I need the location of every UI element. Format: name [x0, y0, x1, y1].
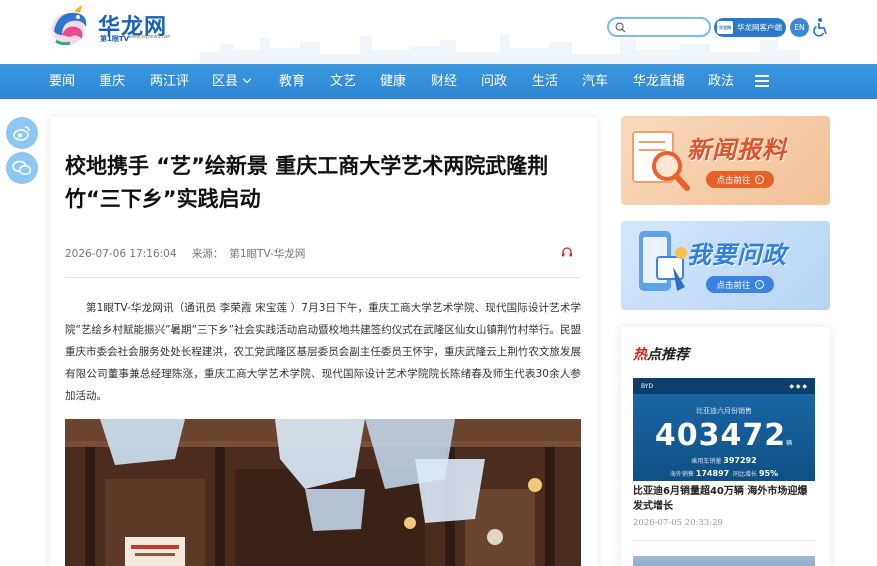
headphones-icon[interactable]: [561, 246, 573, 258]
hot-divider: [633, 540, 815, 541]
nav-item-auto[interactable]: 汽车: [582, 64, 608, 99]
app-client-label: 华龙网客户端: [737, 23, 782, 32]
event-photo-image: [65, 419, 581, 566]
accessibility-icon[interactable]: [812, 17, 830, 37]
english-button[interactable]: EN: [790, 18, 809, 37]
article-meta: 2026-07-06 17:16:04 来源： 第1眼TV-华龙网: [65, 246, 317, 261]
image-stat-row-2: 海外销售 174897 同比增长 95%: [633, 469, 815, 478]
image-stat-row-1: 乘用车销量 397292: [633, 456, 815, 465]
news-tip-title: 新闻报料: [687, 136, 787, 164]
article-photo[interactable]: [65, 419, 581, 566]
stat1-value: 397292: [723, 456, 757, 465]
hot-news-image-2[interactable]: [633, 556, 815, 566]
hot-recommend-panel: 热点推荐 BYD ◆ ◆ ◆ 比亚迪六月份销售 403472辆 乘用车销量 39…: [621, 327, 830, 566]
dragon-logo-icon: [52, 5, 87, 46]
article-date: 2026-07-06 17:16:04: [65, 248, 177, 260]
image-brand: BYD: [641, 382, 654, 390]
hot-recommend-title: 热点推荐: [633, 344, 689, 364]
nav-item-news[interactable]: 要闻: [49, 64, 75, 99]
ask-government-go-button[interactable]: 点击前往 ›: [706, 276, 774, 293]
nav-item-finance[interactable]: 财经: [431, 64, 457, 99]
logo-url: www.cqnews.net: [128, 34, 171, 40]
nav-item-chongqing[interactable]: 重庆: [99, 64, 125, 99]
image-sales-value: 403472: [654, 418, 787, 453]
article-card: 校地携手 “艺”绘新景 重庆工商大学艺术两院武隆荆竹“三下乡”实践启动 2026…: [50, 117, 597, 566]
site-header: 华龙网 第1眼TV www.cqnews.net 华龙网 华龙网客户端 EN: [0, 0, 877, 64]
image-sales-unit: 辆: [786, 440, 794, 447]
news-tip-go-button[interactable]: 点击前往 ›: [706, 171, 774, 188]
nav-item-live[interactable]: 华龙直播: [633, 64, 685, 99]
hot-news-date: 2026-07-05 20:33:29: [633, 518, 723, 528]
app-client-button[interactable]: 华龙网 华龙网客户端: [714, 18, 786, 37]
wechat-share-button[interactable]: [6, 152, 38, 184]
nav-item-education[interactable]: 教育: [279, 64, 305, 99]
chevron-down-icon: [242, 74, 252, 84]
stat2-value: 174897: [695, 469, 730, 478]
news-tip-go-label: 点击前往: [716, 175, 751, 186]
article-source-label: 来源：: [191, 248, 224, 260]
search-input[interactable]: [629, 20, 707, 35]
site-logo[interactable]: 华龙网 第1眼TV www.cqnews.net: [48, 3, 178, 49]
nav-item-law[interactable]: 政法: [708, 64, 734, 99]
image-sales-number: 403472辆: [633, 418, 815, 453]
nav-item-districts[interactable]: 区县: [212, 64, 252, 99]
nav-item-liangjiang[interactable]: 两江评: [150, 64, 189, 99]
article-source[interactable]: 第1眼TV-华龙网: [229, 248, 305, 260]
weibo-icon: [13, 126, 30, 141]
nav-item-life[interactable]: 生活: [532, 64, 558, 99]
city-skyline-decoration: [200, 34, 800, 64]
stat2-pct: 95%: [758, 469, 779, 478]
image-brand-row: BYD ◆ ◆ ◆: [633, 378, 815, 394]
nav-item-districts-label: 区县: [212, 74, 239, 89]
arrow-right-icon: ›: [754, 280, 764, 289]
wechat-icon: [12, 160, 32, 176]
image-brand-icons: ◆ ◆ ◆: [789, 382, 807, 390]
stat1-label: 乘用车销量: [691, 458, 722, 465]
ask-government-banner[interactable]: 我要问政 点击前往 ›: [621, 221, 830, 310]
stat2-label: 海外销售: [669, 471, 694, 478]
arrow-right-icon: ›: [754, 175, 764, 184]
hot-news-headline[interactable]: 比亚迪6月销量超40万辆 海外市场迎爆发式增长: [633, 484, 817, 514]
article-body: 第1眼TV-华龙网讯（通讯员 李荣霞 宋宝莲 ）7月3日下午，重庆工商大学艺术学…: [65, 302, 581, 402]
hot-news-image[interactable]: BYD ◆ ◆ ◆ 比亚迪六月份销售 403472辆 乘用车销量 397292 …: [633, 378, 815, 481]
ask-government-go-label: 点击前往: [716, 280, 751, 291]
search-icon[interactable]: [615, 22, 626, 33]
article-title: 校地携手 “艺”绘新景 重庆工商大学艺术两院武隆荆竹“三下乡”实践启动: [65, 154, 549, 211]
nav-item-health[interactable]: 健康: [380, 64, 406, 99]
search-box[interactable]: [607, 17, 711, 37]
news-tip-banner[interactable]: 新闻报料 点击前往 ›: [621, 116, 830, 205]
meta-divider: [65, 277, 581, 278]
ask-government-title: 我要问政: [687, 241, 787, 269]
image-subtitle: 比亚迪六月份销售: [696, 407, 752, 415]
weibo-share-button[interactable]: [6, 117, 38, 149]
hot-title-first-char: 热: [633, 347, 647, 363]
stat2-pct-label: 同比增长: [733, 471, 758, 478]
nav-item-arts[interactable]: 文艺: [330, 64, 356, 99]
nav-item-wenzheng[interactable]: 问政: [481, 64, 507, 99]
app-icon: 华龙网: [717, 21, 733, 34]
main-nav: 要闻 重庆 两江评 区县 教育 文艺 健康 财经 问政 生活 汽车 华龙直播 政…: [0, 64, 877, 99]
hot-title-rest: 点推荐: [647, 347, 689, 363]
menu-icon[interactable]: [755, 75, 769, 87]
logo-subtext: 第1眼TV: [100, 35, 130, 43]
